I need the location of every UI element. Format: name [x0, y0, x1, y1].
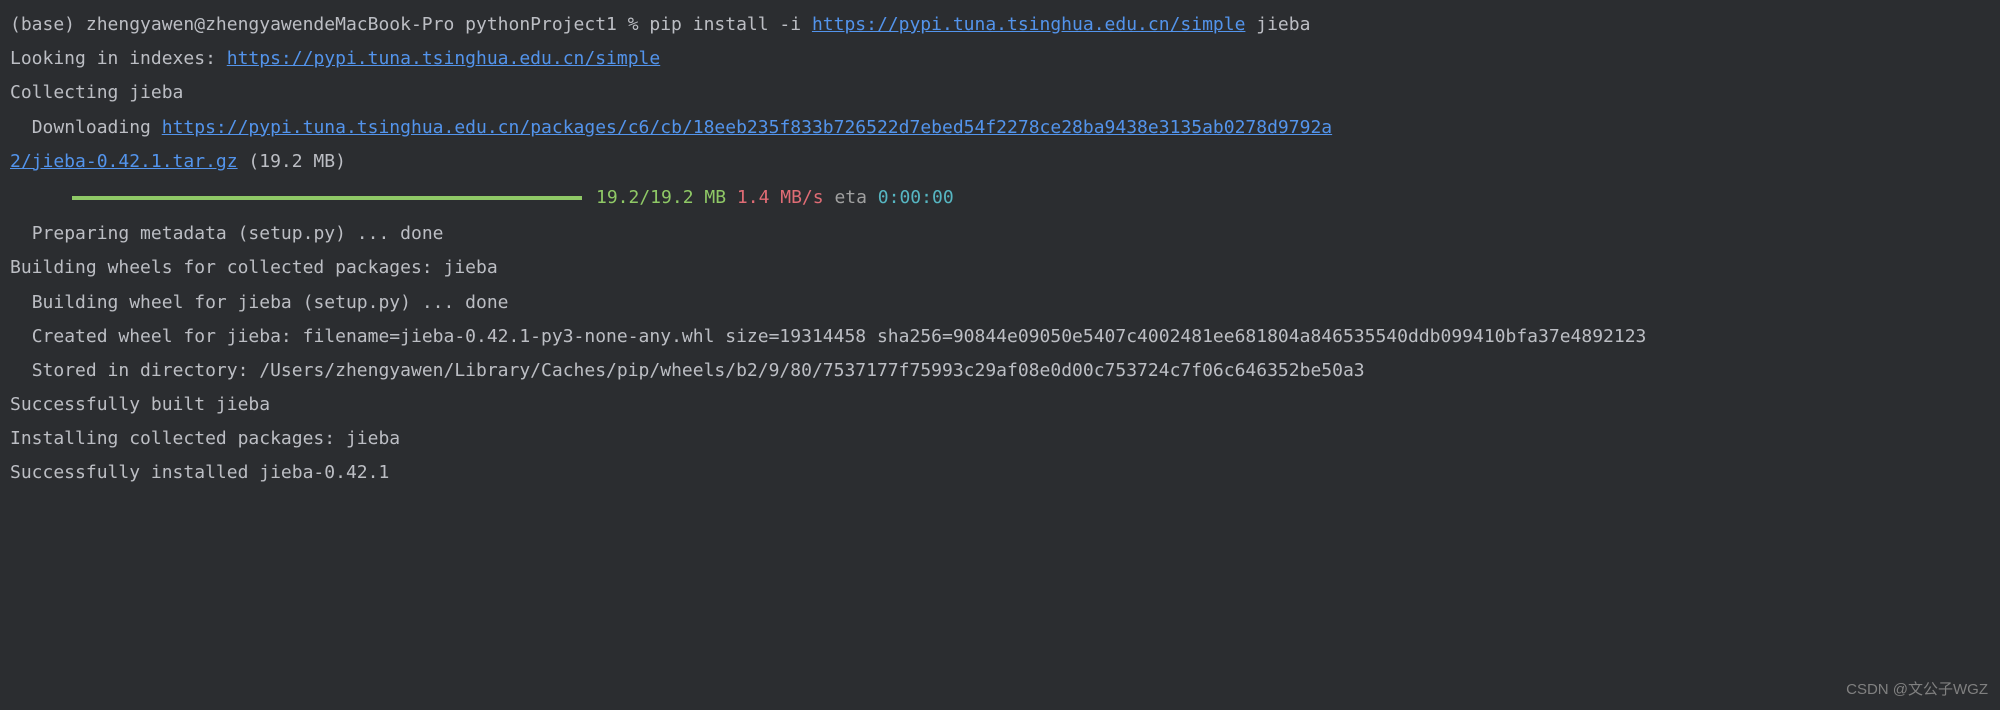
- progress-size: 19.2/19.2 MB: [596, 187, 726, 208]
- download-url-part2[interactable]: 2/jieba-0.42.1.tar.gz: [10, 151, 238, 172]
- created-wheel-line: Created wheel for jieba: filename=jieba-…: [10, 320, 1990, 354]
- download-url-part1[interactable]: https://pypi.tuna.tsinghua.edu.cn/packag…: [162, 117, 1332, 138]
- progress-speed: 1.4 MB/s: [737, 187, 824, 208]
- progress-eta-value: 0:00:00: [878, 187, 954, 208]
- downloading-prefix: Downloading: [10, 117, 162, 138]
- downloading-line-2: 2/jieba-0.42.1.tar.gz (19.2 MB): [10, 145, 1990, 179]
- success-installed-line: Successfully installed jieba-0.42.1: [10, 456, 1990, 490]
- success-built-line: Successfully built jieba: [10, 388, 1990, 422]
- shell-prompt: (base) zhengyawen@zhengyawendeMacBook-Pr…: [10, 14, 812, 35]
- package-arg: jieba: [1245, 14, 1310, 35]
- building-wheels-line: Building wheels for collected packages: …: [10, 251, 1990, 285]
- preparing-line: Preparing metadata (setup.py) ... done: [10, 217, 1990, 251]
- index-link[interactable]: https://pypi.tuna.tsinghua.edu.cn/simple: [227, 48, 660, 69]
- watermark-text: CSDN @文公子WGZ: [1846, 676, 1988, 705]
- downloading-line: Downloading https://pypi.tuna.tsinghua.e…: [10, 111, 1990, 145]
- progress-bar: [72, 196, 582, 200]
- looking-prefix: Looking in indexes:: [10, 48, 227, 69]
- looking-line: Looking in indexes: https://pypi.tuna.ts…: [10, 42, 1990, 76]
- progress-text: 19.2/19.2 MB 1.4 MB/s eta 0:00:00: [596, 181, 954, 215]
- prompt-line: (base) zhengyawen@zhengyawendeMacBook-Pr…: [10, 8, 1990, 42]
- building-wheel-line: Building wheel for jieba (setup.py) ... …: [10, 286, 1990, 320]
- installing-line: Installing collected packages: jieba: [10, 422, 1990, 456]
- stored-dir-line: Stored in directory: /Users/zhengyawen/L…: [10, 354, 1990, 388]
- progress-eta-label: eta: [834, 187, 867, 208]
- collecting-line: Collecting jieba: [10, 76, 1990, 110]
- progress-row: 19.2/19.2 MB 1.4 MB/s eta 0:00:00: [10, 181, 1990, 215]
- download-size: (19.2 MB): [238, 151, 346, 172]
- index-url-link[interactable]: https://pypi.tuna.tsinghua.edu.cn/simple: [812, 14, 1245, 35]
- terminal-output[interactable]: (base) zhengyawen@zhengyawendeMacBook-Pr…: [10, 8, 1990, 491]
